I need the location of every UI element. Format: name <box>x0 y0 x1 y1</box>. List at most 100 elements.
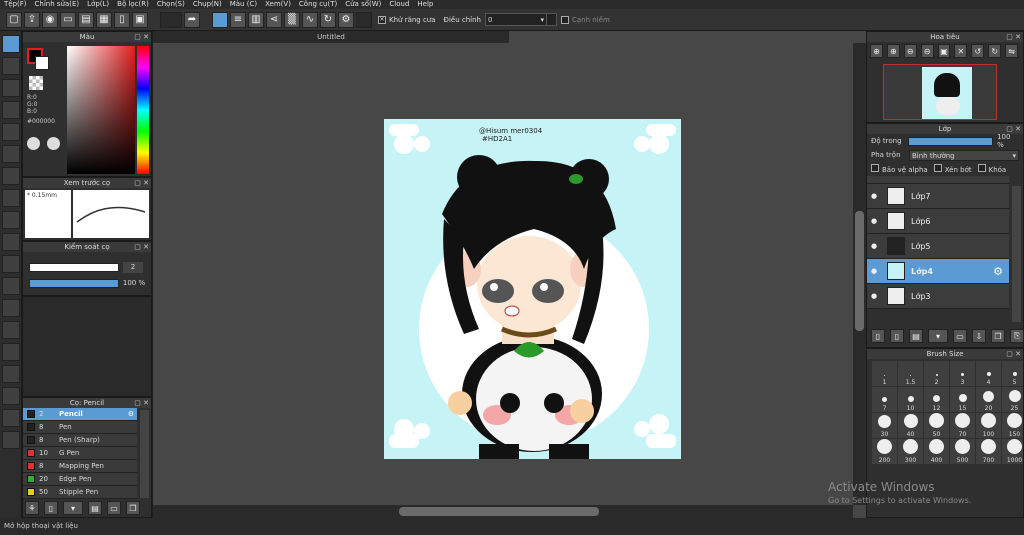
menu-help[interactable]: Help <box>417 0 433 9</box>
layer-row-lop3[interactable]: ● Lớp3 <box>867 284 1009 309</box>
new-layer-icon[interactable]: ▯ <box>890 329 904 343</box>
saturation-value-picker[interactable] <box>67 46 135 174</box>
menu-capture[interactable]: Chụp(N) <box>193 0 222 9</box>
share-icon[interactable]: ⇪ <box>24 11 40 28</box>
marquee-tool[interactable] <box>2 189 20 207</box>
chat-icon[interactable]: ▭ <box>60 11 76 28</box>
lasso-tool[interactable] <box>2 101 20 119</box>
frame-tool[interactable] <box>2 365 20 383</box>
vertical-scroll-thumb[interactable] <box>855 211 864 331</box>
brush-size-option[interactable]: 400 <box>924 439 949 464</box>
close-icon[interactable]: ▢ ✕ <box>1006 32 1021 42</box>
brush-size-option[interactable]: 1.5 <box>898 361 923 386</box>
brush-size-option[interactable]: 7 <box>872 387 897 412</box>
vector-tool[interactable] <box>2 387 20 405</box>
comment-icon[interactable]: ◉ <box>42 11 58 28</box>
eye-icon[interactable]: ● <box>867 267 881 275</box>
gear-icon[interactable]: ⚙ <box>338 11 354 28</box>
gradient-tool[interactable] <box>2 167 20 185</box>
folder-icon[interactable]: ▭ <box>953 329 967 343</box>
menu-layer[interactable]: Lớp(L) <box>87 0 109 9</box>
palette-icon[interactable] <box>27 137 40 150</box>
gear-icon[interactable]: ⚙ <box>993 265 1003 278</box>
brush-size-option[interactable]: 150 <box>1002 413 1023 438</box>
fill-none-button[interactable] <box>212 11 228 28</box>
rotate-tool[interactable] <box>2 321 20 339</box>
brush-page-icon[interactable]: ▤ <box>88 501 102 515</box>
menu-tools[interactable]: Công cụ(T) <box>299 0 337 9</box>
brush-item-stipple-pen[interactable]: 50 Stipple Pen <box>23 486 137 499</box>
add-layer-dropdown[interactable]: ▾ <box>928 329 948 343</box>
menu-cloud[interactable]: Cloud <box>389 0 409 9</box>
layer-panel-icon[interactable]: ▤ <box>78 11 94 28</box>
fit-icon[interactable]: ▣ <box>937 44 951 58</box>
fill-tool[interactable] <box>2 145 20 163</box>
rotate-icon[interactable]: ↻ <box>320 11 336 28</box>
eye-icon[interactable]: ● <box>867 217 881 225</box>
brush-size-option[interactable]: 10 <box>898 387 923 412</box>
menu-window[interactable]: Cửa sổ(W) <box>345 0 381 9</box>
eraser-tool[interactable] <box>2 57 20 75</box>
move-tool[interactable] <box>2 123 20 141</box>
horizontal-scrollbar[interactable] <box>153 505 853 518</box>
brush-item-pen[interactable]: 8 Pen <box>23 421 137 434</box>
hand-tool[interactable] <box>2 277 20 295</box>
rotate-right-icon[interactable]: ↻ <box>988 44 1002 58</box>
brush-item-mapping-pen[interactable]: 8 Mapping Pen <box>23 460 137 473</box>
vertical-scrollbar[interactable] <box>853 43 866 505</box>
magic-wand-tool[interactable] <box>2 211 20 229</box>
brush-size-option[interactable]: 100 <box>976 413 1001 438</box>
horizontal-scroll-thumb[interactable] <box>399 507 599 516</box>
close-icon[interactable]: ▢ ✕ <box>1006 124 1021 134</box>
new-brush-icon[interactable]: ▯ <box>44 501 58 515</box>
ruler-tool[interactable] <box>2 343 20 361</box>
layers-grid-icon[interactable]: ▦ <box>96 11 112 28</box>
brush-size-option[interactable]: 4 <box>976 361 1001 386</box>
eye-icon[interactable]: ● <box>867 242 881 250</box>
empty-slot[interactable] <box>160 11 182 28</box>
rotate-left-icon[interactable]: ↺ <box>971 44 985 58</box>
brush-size-option[interactable]: 25 <box>1002 387 1023 412</box>
brush-size-value[interactable]: 2 <box>123 262 143 273</box>
color-wheel-icon[interactable] <box>47 137 60 150</box>
brush-item-edge-pen[interactable]: 20 Edge Pen <box>23 473 137 486</box>
select-tool[interactable] <box>2 79 20 97</box>
lock-toggle[interactable]: Khóa <box>977 164 1006 174</box>
blend-mode-select[interactable]: Bình thường ▾ <box>909 149 1019 161</box>
brush-size-option[interactable]: 12 <box>924 387 949 412</box>
eye-icon[interactable]: ● <box>867 292 881 300</box>
layer-row-lop7[interactable]: ● Lớp7 <box>867 184 1009 209</box>
hue-slider[interactable] <box>137 46 149 174</box>
add-brush-icon[interactable]: ▾ <box>63 501 83 515</box>
brush-opacity-slider[interactable] <box>29 279 119 288</box>
layer-row-partial[interactable] <box>867 176 1009 184</box>
close-icon[interactable]: ▢ ✕ <box>134 32 149 42</box>
brush-size-slider[interactable] <box>29 263 119 272</box>
stripes-icon[interactable]: ≡ <box>230 11 246 28</box>
brush-size-option[interactable]: 5 <box>1002 361 1023 386</box>
panel-icon[interactable]: ▣ <box>132 11 148 28</box>
merge-icon[interactable]: ⇩ <box>972 329 986 343</box>
brush-size-option[interactable]: 50 <box>924 413 949 438</box>
folder-icon[interactable]: ▭ <box>107 501 121 515</box>
layer-list-scrollbar[interactable] <box>1012 186 1021 322</box>
menu-color[interactable]: Màu (C) <box>230 0 257 9</box>
duplicate-icon[interactable]: ❐ <box>126 501 140 515</box>
duplicate-icon[interactable]: ❐ <box>991 329 1005 343</box>
brush-list-scrollbar[interactable] <box>140 410 149 498</box>
brush-size-option[interactable]: 30 <box>872 413 897 438</box>
tone-icon[interactable]: ▒ <box>284 11 300 28</box>
transparent-swatch[interactable] <box>29 76 43 90</box>
redo-arrow-icon[interactable]: ➦ <box>184 11 200 28</box>
brush-size-option[interactable]: 15 <box>950 387 975 412</box>
antialias-toggle[interactable]: ✕ Khử răng cưa <box>378 15 436 24</box>
eye-icon[interactable]: ● <box>867 192 881 200</box>
brush-item-pencil[interactable]: 2 Pencil ⚙ <box>23 408 137 421</box>
menu-filter[interactable]: Bộ lọc(R) <box>117 0 149 9</box>
layer-settings-icon[interactable]: ▤ <box>909 329 923 343</box>
edge-toggle[interactable]: Cạnh niềm <box>561 15 610 24</box>
text-tool[interactable] <box>2 233 20 251</box>
actual-size-icon[interactable]: ✕ <box>954 44 968 58</box>
brush-size-option[interactable]: 700 <box>976 439 1001 464</box>
new-layer-icon[interactable]: ▯ <box>871 329 885 343</box>
